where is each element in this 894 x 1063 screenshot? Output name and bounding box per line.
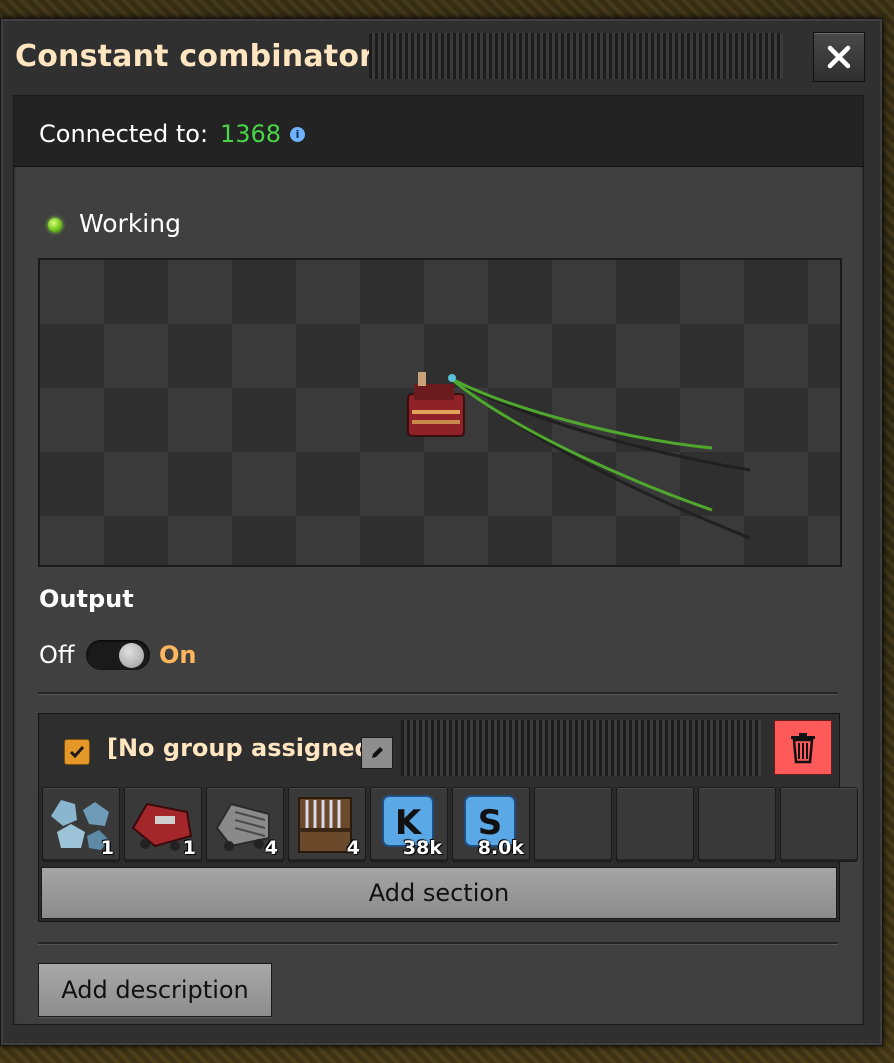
signal-slot[interactable]: 4	[206, 787, 284, 862]
window-title: Constant combinator	[15, 39, 375, 74]
signal-slot[interactable]: K 38k	[370, 787, 448, 862]
delete-section-button[interactable]	[774, 720, 832, 775]
signal-count: 4	[346, 837, 360, 859]
signal-slot-empty[interactable]	[616, 787, 694, 862]
add-section-button[interactable]: Add section	[41, 867, 837, 919]
info-icon[interactable]: i	[290, 127, 305, 142]
toggle-knob[interactable]	[119, 643, 144, 668]
drag-handle[interactable]	[369, 33, 783, 79]
trash-icon	[791, 732, 815, 763]
close-icon	[827, 45, 851, 69]
signal-slot[interactable]: S 8.0k	[452, 787, 530, 862]
edit-group-button[interactable]	[361, 737, 393, 769]
section-enabled-checkbox[interactable]	[64, 739, 90, 765]
add-description-button[interactable]: Add description	[38, 963, 272, 1017]
status-indicator-icon	[48, 218, 62, 232]
signal-slot[interactable]: 4	[288, 787, 366, 862]
output-off-label: Off	[39, 641, 75, 669]
section-drag-handle[interactable]	[401, 720, 761, 776]
connected-network-id: 1368	[220, 120, 282, 148]
combinator-preview-graphic	[407, 372, 751, 540]
close-button[interactable]	[813, 32, 865, 82]
signal-count: 4	[264, 837, 278, 859]
divider	[38, 692, 838, 695]
checkmark-icon	[69, 746, 85, 759]
signal-count: 8.0k	[477, 837, 524, 859]
section-header: [No group assigned]	[39, 714, 839, 787]
signal-slot[interactable]: 1	[42, 787, 120, 862]
pencil-icon	[372, 747, 383, 758]
divider	[38, 942, 838, 945]
connected-to-label: Connected to:	[39, 120, 209, 148]
status-text: Working	[79, 209, 181, 238]
signal-count: 1	[100, 837, 114, 859]
output-heading: Output	[39, 585, 134, 613]
window-content: Connected to: 1368 i Working Output Off	[13, 95, 864, 1025]
signal-slot[interactable]: 1	[124, 787, 202, 862]
group-name: [No group assigned]	[107, 734, 383, 762]
signal-slot-empty[interactable]	[780, 787, 858, 862]
signal-count: 1	[182, 837, 196, 859]
constant-combinator-window: Constant combinator Connected to: 1368 i…	[0, 18, 883, 1046]
entity-preview[interactable]	[38, 258, 842, 567]
signal-section: [No group assigned] 1 1 4 4 K 38k S 8.0k…	[38, 713, 858, 922]
output-toggle[interactable]	[86, 640, 150, 670]
connection-bar: Connected to: 1368 i	[14, 96, 863, 167]
signal-slot-empty[interactable]	[698, 787, 776, 862]
signal-slot-empty[interactable]	[534, 787, 612, 862]
signal-slots: 1 1 4 4 K 38k S 8.0k	[42, 787, 862, 862]
signal-count: 38k	[402, 837, 442, 859]
title-bar[interactable]: Constant combinator	[1, 19, 882, 91]
output-on-label: On	[159, 641, 197, 669]
